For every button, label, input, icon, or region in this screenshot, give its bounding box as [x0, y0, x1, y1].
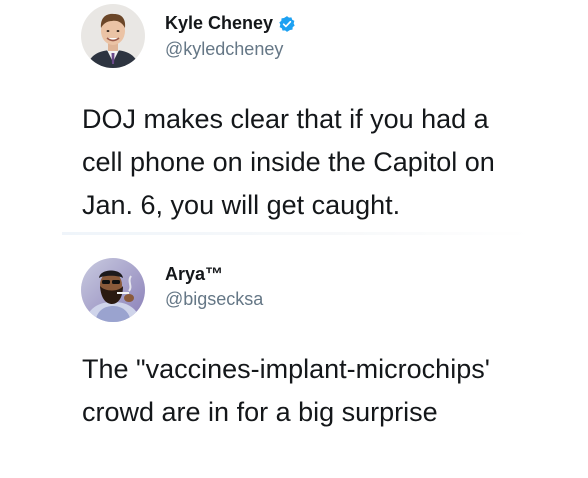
tweet-text-line: crowd are in for a big surprise	[82, 397, 438, 427]
avatar[interactable]	[81, 258, 145, 322]
tweet-text-line: cell phone on inside the Capitol on	[82, 147, 495, 177]
display-name[interactable]: Kyle Cheney	[165, 13, 296, 34]
tweet-text: DOJ makes clear that if you had a cell p…	[82, 98, 552, 227]
tweet-text-line: Jan. 6, you will get caught.	[82, 190, 401, 220]
display-name[interactable]: Arya™	[165, 264, 223, 285]
avatar-photo-icon	[81, 4, 145, 68]
user-handle[interactable]: @kyledcheney	[165, 39, 283, 60]
avatar-photo-icon	[81, 258, 145, 322]
display-name-text: Kyle Cheney	[165, 13, 274, 33]
divider	[62, 232, 532, 235]
avatar[interactable]	[81, 4, 145, 68]
display-name-text: Arya™	[165, 264, 224, 284]
tweet-text-line: The "vaccines-implant-microchips'	[82, 354, 490, 384]
tweet-text: The "vaccines-implant-microchips' crowd …	[82, 348, 552, 434]
verified-badge-icon	[278, 15, 296, 33]
tweet-text-line: DOJ makes clear that if you had a	[82, 104, 489, 134]
user-handle[interactable]: @bigsecksa	[165, 289, 263, 310]
